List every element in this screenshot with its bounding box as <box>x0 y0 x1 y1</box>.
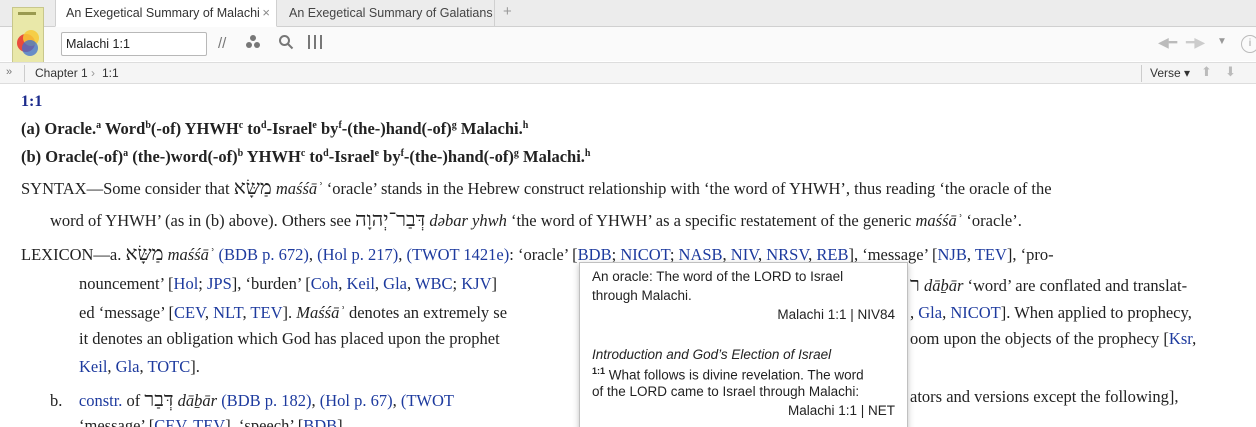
reference-link[interactable]: Gla <box>383 274 407 293</box>
syntax-line-1: SYNTAX—Some consider that מַשָּׂא maśśāʾ… <box>21 175 1052 199</box>
reference-link[interactable]: CEV <box>174 303 205 322</box>
back-arrow-icon[interactable]: ◀━ <box>1158 34 1177 51</box>
lexicon-line-5: Keil, Gla, TOTC]. <box>79 357 200 376</box>
reference-link[interactable]: BDB <box>303 416 337 427</box>
previous-arrow-icon[interactable]: ⬆ <box>1201 64 1212 80</box>
reference-link[interactable]: CEV <box>154 416 185 427</box>
reference-link[interactable]: constr. <box>79 391 123 410</box>
reference-link[interactable]: Gla <box>918 303 942 322</box>
tab-malachi[interactable]: An Exegetical Summary of Malachi × <box>55 0 277 27</box>
reference-link[interactable]: (BDB p. 672) <box>219 245 309 264</box>
reference-link[interactable]: TEV <box>250 303 282 322</box>
translation-b: (b) Oracle(-of)a (the-)word(-of)b YHWHc … <box>21 147 591 166</box>
reference-link[interactable]: NICOT <box>950 303 1000 322</box>
reference-input[interactable] <box>61 32 207 56</box>
hebrew-word: דְּבַר <box>144 387 174 411</box>
reference-link[interactable]: (TWOT 1421e) <box>406 245 509 264</box>
navigation-mode-select[interactable]: Verse ▾ <box>1150 66 1190 80</box>
reference-link[interactable]: Ksr <box>1169 329 1192 348</box>
hebrew-word: מַשָּׂא <box>233 175 272 199</box>
lexicon-b-line-right: ators and versions except the following]… <box>910 387 1179 406</box>
verse-heading: 1:1 <box>21 93 43 110</box>
close-tab-icon[interactable]: × <box>262 0 270 26</box>
info-icon[interactable]: i <box>1241 35 1256 53</box>
reference-link[interactable]: (Hol p. 67) <box>320 391 393 410</box>
niv-text-line-1: An oracle: The word of the LORD to Israe… <box>592 269 844 284</box>
book-cover-icon[interactable] <box>12 7 44 67</box>
breadcrumb-verse[interactable]: 1:1 <box>102 66 119 80</box>
search-icon[interactable] <box>278 34 294 56</box>
lexicon-line-2: nouncement’ [Hol; JPS], ‘burden’ [Coh, K… <box>79 274 498 293</box>
niv-reference[interactable]: Malachi 1:1 | NIV84 <box>777 307 895 322</box>
niv-text-line-2: through Malachi. <box>592 288 692 303</box>
syntax-line-2: word of YHWH’ (as in (b) above). Others … <box>50 207 1022 231</box>
new-tab-button[interactable]: + <box>503 3 512 20</box>
tab-strip: An Exegetical Summary of Malachi × An Ex… <box>0 0 1256 27</box>
lexicon-line-2-right: ר dāḇār ‘word’ are conflated and transla… <box>910 272 1188 296</box>
reference-link[interactable]: NJB <box>938 245 967 264</box>
next-arrow-icon[interactable]: ⬇ <box>1225 64 1236 80</box>
lexicon-line-3-right: , Gla, NICOT]. When applied to prophecy, <box>910 303 1192 322</box>
reference-link[interactable]: TOTC <box>147 357 190 376</box>
net-heading: Introduction and God’s Election of Israe… <box>592 347 832 362</box>
reference-link[interactable]: Coh <box>311 274 339 293</box>
tab-label: An Exegetical Summary of Malachi <box>66 6 260 20</box>
tab-galatians[interactable]: An Exegetical Summary of Galatians <box>279 0 495 27</box>
visual-filters-icon[interactable] <box>245 34 261 56</box>
lexicon-line-3: ed ‘message’ [CEV, NLT, TEV]. Maśśāʾ den… <box>79 303 508 322</box>
lexicon-line-4-right: oom upon the objects of the prophecy [Ks… <box>910 329 1197 348</box>
reference-link[interactable]: Gla <box>116 357 140 376</box>
lexicon-line-4: it denotes an obligation which God has p… <box>79 329 500 348</box>
reference-link[interactable]: Keil <box>79 357 107 376</box>
net-text-line-1: 1:1 What follows is divine revelation. T… <box>592 366 864 383</box>
reference-link[interactable]: (BDB p. 182) <box>221 391 311 410</box>
reference-link[interactable]: TEV <box>975 245 1007 264</box>
translation-a: (a) Oracle.a Wordb(-of) YHWHc tod-Israel… <box>21 119 529 138</box>
reference-link[interactable]: (Hol p. 217) <box>317 245 398 264</box>
parallel-resources-icon[interactable]: // <box>218 34 226 54</box>
hebrew-word: מַשָּׂא <box>125 241 164 265</box>
reference-link[interactable]: JPS <box>207 274 232 293</box>
net-reference[interactable]: Malachi 1:1 | NET <box>788 403 895 418</box>
reference-link[interactable]: Hol <box>174 274 199 293</box>
reference-link[interactable]: Keil <box>347 274 375 293</box>
reference-link[interactable]: WBC <box>415 274 453 293</box>
history-dropdown-icon[interactable]: ▼ <box>1217 36 1227 47</box>
hebrew-word: דְּבַר־יְהוָה <box>355 207 426 231</box>
breadcrumb: » Chapter 1 › 1:1 Verse ▾ ⬆ ⬇ <box>0 62 1256 84</box>
net-text-line-2: of the LORD came to Israel through Malac… <box>592 384 860 399</box>
reference-link[interactable]: NLT <box>213 303 242 322</box>
forward-arrow-icon[interactable]: ━▶ <box>1186 34 1205 51</box>
tab-label: An Exegetical Summary of Galatians <box>289 6 493 20</box>
expand-sidebar-icon[interactable]: » <box>6 66 12 78</box>
breadcrumb-separator-icon: › <box>91 66 95 80</box>
breadcrumb-chapter[interactable]: Chapter 1 <box>35 66 88 80</box>
reference-link[interactable]: TEV <box>193 416 225 427</box>
verse-preview-popup: An oracle: The word of the LORD to Israe… <box>579 262 908 427</box>
lexicon-line-7: ‘message’ [CEV, TEV], ‘speech’ [BDB] <box>79 416 343 427</box>
columns-icon[interactable] <box>307 34 323 56</box>
lexicon-b-line: b. constr. of דְּבַר dāḇār (BDB p. 182),… <box>50 387 455 411</box>
reference-link[interactable]: (TWOT <box>401 391 454 410</box>
reference-link[interactable]: KJV <box>461 274 491 293</box>
